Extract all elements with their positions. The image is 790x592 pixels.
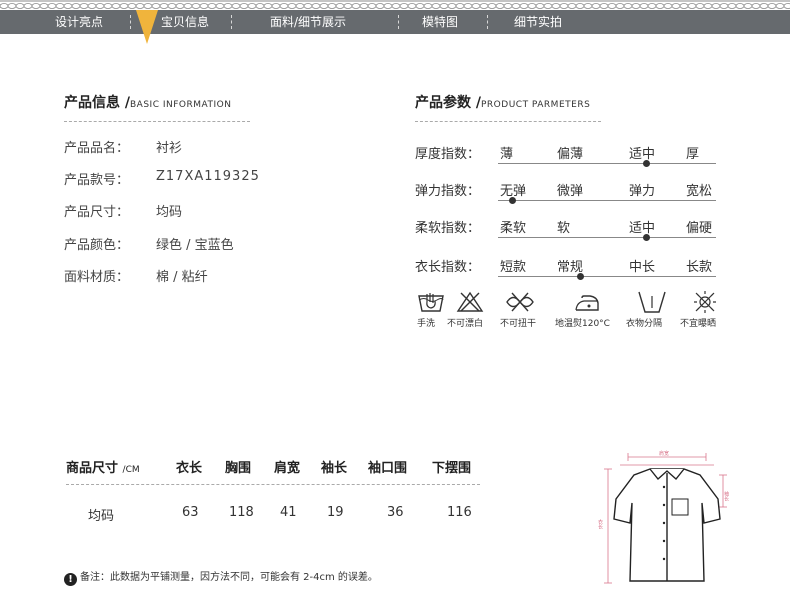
size-row-label: 均码 xyxy=(88,509,115,524)
size-header-hem: 下摆围 xyxy=(432,461,472,476)
param-option: 软 xyxy=(557,221,571,236)
param-option: 弹力 xyxy=(629,184,656,199)
care-label-no-sun: 不宜曝晒 xyxy=(680,319,717,329)
care-label-no-bleach: 不可漂白 xyxy=(447,319,484,329)
size-header-shoulder: 肩宽 xyxy=(274,461,301,476)
size-unit: /CM xyxy=(122,465,140,475)
param-scale-line xyxy=(498,163,716,164)
param-selected-dot xyxy=(577,273,584,280)
param-option: 中长 xyxy=(629,260,656,275)
size-value-sleeve: 19 xyxy=(327,505,344,520)
info-divider xyxy=(64,121,250,122)
param-option: 微弹 xyxy=(557,184,584,199)
size-value-hem: 116 xyxy=(447,505,472,520)
info-value-size: 均码 xyxy=(156,205,183,220)
nav-separator xyxy=(130,15,131,29)
diagram-side-label: 衣长 xyxy=(598,518,603,530)
info-label: 产品款号： xyxy=(64,173,130,188)
no-sun-icon xyxy=(694,291,716,313)
info-value-material: 棉 / 粘纤 xyxy=(156,270,208,285)
info-title-text: 产品信息 xyxy=(64,95,120,111)
params-title-text: 产品参数 xyxy=(415,95,471,111)
top-decoration xyxy=(0,0,790,9)
info-label: 面料材质： xyxy=(64,270,130,285)
param-option: 偏薄 xyxy=(557,147,584,162)
care-label-low-iron: 地温熨120°C xyxy=(555,319,610,329)
care-label-separate: 衣物分隔 xyxy=(626,319,663,329)
nav-separator xyxy=(231,15,232,29)
warning-icon: ! xyxy=(64,573,77,586)
shirt-measure-diagram: 肩宽 衣长 袖长 xyxy=(598,450,729,584)
wash-separately-icon xyxy=(638,291,666,313)
hand-wash-icon xyxy=(418,293,444,312)
info-title: 产品信息 /BASIC INFORMATION xyxy=(64,95,232,111)
note-text: 备注：此数据为平铺测量，因方法不同，可能会有 2-4cm 的误差。 xyxy=(80,572,378,583)
size-table-divider xyxy=(66,484,480,485)
info-value-color: 绿色 / 宝蓝色 xyxy=(156,238,234,253)
size-value-chest: 118 xyxy=(229,505,254,520)
info-value-name: 衬衫 xyxy=(156,141,183,156)
nav-item-model[interactable]: 模特图 xyxy=(422,10,458,34)
size-table-title: 商品尺寸 /CM xyxy=(66,457,140,476)
info-label: 产品颜色： xyxy=(64,238,130,253)
care-label-hand-wash: 手洗 xyxy=(417,319,436,329)
param-scale-line xyxy=(498,276,716,277)
param-option: 薄 xyxy=(500,147,514,162)
param-selected-dot xyxy=(643,160,650,167)
diagram-top-label: 肩宽 xyxy=(659,450,669,457)
measurement-note: ! 备注：此数据为平铺测量，因方法不同，可能会有 2-4cm 的误差。 xyxy=(64,568,378,586)
active-nav-marker-icon xyxy=(136,10,158,44)
size-header-length: 衣长 xyxy=(176,461,203,476)
low-iron-icon xyxy=(575,295,599,311)
nav-separator xyxy=(487,15,488,29)
size-header-cuff: 袖口围 xyxy=(368,461,408,476)
param-label: 弹力指数： xyxy=(415,184,481,199)
param-option: 短款 xyxy=(500,260,527,275)
info-label: 产品尺寸： xyxy=(64,205,130,220)
param-option: 适中 xyxy=(629,221,656,236)
diagram-right-label: 袖长 xyxy=(723,490,729,502)
param-label: 柔软指数： xyxy=(415,221,481,236)
param-option: 长款 xyxy=(686,260,713,275)
params-divider xyxy=(415,121,601,122)
nav-item-fabric[interactable]: 面料/细节展示 xyxy=(270,10,346,34)
care-label-no-wring: 不可扭干 xyxy=(500,319,537,329)
info-title-en: BASIC INFORMATION xyxy=(130,100,232,110)
size-value-cuff: 36 xyxy=(387,505,404,520)
size-value-length: 63 xyxy=(182,505,199,520)
nav-item-detail[interactable]: 细节实拍 xyxy=(514,10,562,34)
nav-separator xyxy=(398,15,399,29)
no-wring-icon xyxy=(506,292,534,312)
param-scale-line xyxy=(498,237,716,238)
param-selected-dot xyxy=(643,234,650,241)
params-title: 产品参数 /PRODUCT PARMETERS xyxy=(415,95,591,111)
params-title-en: PRODUCT PARMETERS xyxy=(481,100,591,110)
nav-item-design[interactable]: 设计亮点 xyxy=(55,10,103,34)
param-option: 宽松 xyxy=(686,184,713,199)
param-label: 衣长指数： xyxy=(415,260,481,275)
nav-bar: 设计亮点 宝贝信息 面料/细节展示 模特图 细节实拍 xyxy=(0,10,790,34)
size-title-text: 商品尺寸 xyxy=(66,461,119,476)
param-option: 适中 xyxy=(629,147,656,162)
info-label: 产品品名： xyxy=(64,141,130,156)
no-bleach-icon xyxy=(456,291,484,312)
info-value-sku: Z17XA119325 xyxy=(156,169,260,184)
param-option: 厚 xyxy=(686,147,700,162)
param-option: 柔软 xyxy=(500,221,527,236)
size-value-shoulder: 41 xyxy=(280,505,297,520)
param-scale-line xyxy=(498,200,716,201)
size-header-sleeve: 袖长 xyxy=(321,461,348,476)
param-selected-dot xyxy=(509,197,516,204)
param-label: 厚度指数： xyxy=(415,147,481,162)
param-option: 偏硬 xyxy=(686,221,713,236)
size-header-chest: 胸围 xyxy=(225,461,252,476)
nav-item-info[interactable]: 宝贝信息 xyxy=(161,10,209,34)
